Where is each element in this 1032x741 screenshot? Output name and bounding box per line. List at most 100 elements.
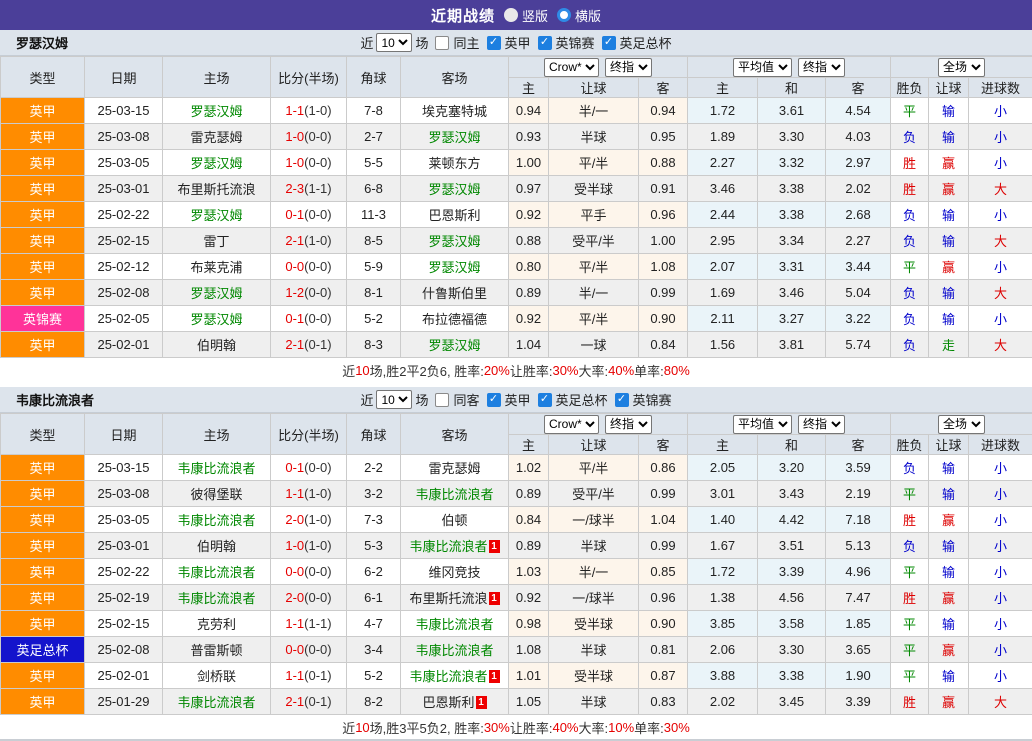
summary-text: 10%	[608, 720, 634, 735]
corner-cell: 8-1	[347, 280, 401, 306]
odds-away: 0.86	[639, 455, 688, 481]
result-goals: 小	[969, 306, 1032, 332]
corner-cell: 6-2	[347, 559, 401, 585]
result-scope-select[interactable]: 全场	[938, 58, 985, 77]
odds-handicap: 平/半	[549, 150, 639, 176]
league-checkbox[interactable]: ✓	[487, 36, 501, 50]
corner-cell: 5-3	[347, 533, 401, 559]
odds-handicap: 平/半	[549, 306, 639, 332]
result-scope-select[interactable]: 全场	[938, 415, 985, 434]
odds-handicap: 半/一	[549, 559, 639, 585]
league-checkbox[interactable]: ✓	[487, 393, 501, 407]
team-name: 罗瑟汉姆	[0, 33, 68, 52]
odds-away: 0.87	[639, 663, 688, 689]
summary-text: 20%	[484, 363, 510, 378]
odds-home: 1.05	[509, 689, 549, 715]
layout-option-horizontal[interactable]: 横版	[557, 6, 601, 25]
score-cell: 2-0(0-0)	[271, 585, 347, 611]
away-team: 韦康比流浪者1	[401, 663, 509, 689]
filter-controls: 近10场同客✓英甲✓英足总杯✓英锦赛	[0, 390, 1032, 409]
avg-home: 3.46	[688, 176, 758, 202]
result-goals: 大	[969, 176, 1032, 202]
avg-draw: 3.31	[758, 254, 826, 280]
league-checkbox[interactable]: ✓	[602, 36, 616, 50]
result-handicap: 输	[929, 306, 969, 332]
odds-away: 0.95	[639, 124, 688, 150]
summary-text: 10	[355, 720, 369, 735]
result-outcome: 负	[891, 228, 929, 254]
league-checkbox[interactable]: ✓	[615, 393, 629, 407]
odds-source-select[interactable]: Crow*	[544, 415, 599, 434]
odds-handicap: 受平/半	[549, 228, 639, 254]
odds-source-select[interactable]: Crow*	[544, 58, 599, 77]
fulltime-score: 1-1	[285, 486, 304, 501]
odds-home: 1.02	[509, 455, 549, 481]
result-outcome: 平	[891, 254, 929, 280]
away-team: 罗瑟汉姆	[401, 176, 509, 202]
avg-draw: 3.39	[758, 559, 826, 585]
odds-time-select[interactable]: 终指	[605, 58, 652, 77]
avg-time-select[interactable]: 终指	[798, 58, 845, 77]
date-cell: 25-03-01	[85, 176, 163, 202]
odds-handicap: 平手	[549, 202, 639, 228]
match-row: 英甲25-03-08彼得堡联1-1(1-0)3-2韦康比流浪者0.89受平/半0…	[1, 481, 1032, 507]
games-suffix-label: 场	[415, 33, 428, 52]
result-handicap: 输	[929, 124, 969, 150]
fulltime-score: 2-1	[285, 337, 304, 352]
league-checkbox[interactable]: ✓	[538, 36, 552, 50]
games-count-select[interactable]: 10	[376, 390, 412, 409]
away-team: 维冈竞技	[401, 559, 509, 585]
avg-home: 2.11	[688, 306, 758, 332]
avg-draw: 3.32	[758, 150, 826, 176]
league-cell: 英甲	[1, 533, 85, 559]
date-cell: 25-03-05	[85, 150, 163, 176]
avg-home: 2.06	[688, 637, 758, 663]
odds-handicap: 半球	[549, 689, 639, 715]
home-team: 罗瑟汉姆	[163, 150, 271, 176]
avg-source-select[interactable]: 平均值	[733, 415, 792, 434]
date-cell: 25-03-15	[85, 455, 163, 481]
fulltime-score: 2-3	[285, 181, 304, 196]
same-side-checkbox[interactable]	[435, 393, 449, 407]
match-row: 英甲25-03-15韦康比流浪者0-1(0-0)2-2雷克瑟姆1.02平/半0.…	[1, 455, 1032, 481]
avg-draw: 3.43	[758, 481, 826, 507]
corner-cell: 7-3	[347, 507, 401, 533]
fulltime-score: 0-1	[285, 311, 304, 326]
section-summary: 近10场,胜3平5负2, 胜率:30% 让胜率:40% 大率:10% 单率:30…	[0, 715, 1032, 739]
header-selects-row: 类型日期主场比分(半场)角球客场Crow*终指平均值终指全场	[1, 414, 1032, 435]
corner-cell: 5-2	[347, 663, 401, 689]
games-count-select[interactable]: 10	[376, 33, 412, 52]
filter-controls: 近10场同主✓英甲✓英锦赛✓英足总杯	[0, 33, 1032, 52]
avg-time-select[interactable]: 终指	[798, 415, 845, 434]
summary-text: 10	[355, 363, 369, 378]
result-goals: 小	[969, 202, 1032, 228]
home-team: 韦康比流浪者	[163, 689, 271, 715]
result-outcome: 负	[891, 455, 929, 481]
avg-draw: 3.51	[758, 533, 826, 559]
radio-vertical-icon[interactable]	[504, 8, 518, 22]
sub-column-header: 客	[826, 78, 891, 98]
home-team: 罗瑟汉姆	[163, 202, 271, 228]
match-row: 英甲25-03-01伯明翰1-0(1-0)5-3韦康比流浪者10.89半球0.9…	[1, 533, 1032, 559]
result-handicap: 赢	[929, 689, 969, 715]
layout-option-vertical[interactable]: 竖版	[504, 6, 548, 25]
score-cell: 0-0(0-0)	[271, 254, 347, 280]
home-team: 剑桥联	[163, 663, 271, 689]
summary-text: 大率:	[579, 718, 609, 737]
avg-source-select[interactable]: 平均值	[733, 58, 792, 77]
result-goals: 小	[969, 611, 1032, 637]
radio-horizontal-icon[interactable]	[557, 8, 571, 22]
recent-results-panel: 近期战绩 竖版 横版 罗瑟汉姆近10场同主✓英甲✓英锦赛✓英足总杯类型日期主场比…	[0, 0, 1032, 741]
match-row: 英甲25-01-29韦康比流浪者2-1(0-1)8-2巴恩斯利11.05半球0.…	[1, 689, 1032, 715]
result-handicap: 赢	[929, 176, 969, 202]
halftime-score: (0-0)	[304, 207, 331, 222]
same-side-checkbox[interactable]	[435, 36, 449, 50]
league-checkbox[interactable]: ✓	[538, 393, 552, 407]
avg-draw: 3.61	[758, 98, 826, 124]
result-handicap: 输	[929, 455, 969, 481]
odds-time-select[interactable]: 终指	[605, 415, 652, 434]
away-team: 巴恩斯利	[401, 202, 509, 228]
home-team: 彼得堡联	[163, 481, 271, 507]
halftime-score: (0-1)	[304, 337, 331, 352]
home-team: 罗瑟汉姆	[163, 98, 271, 124]
